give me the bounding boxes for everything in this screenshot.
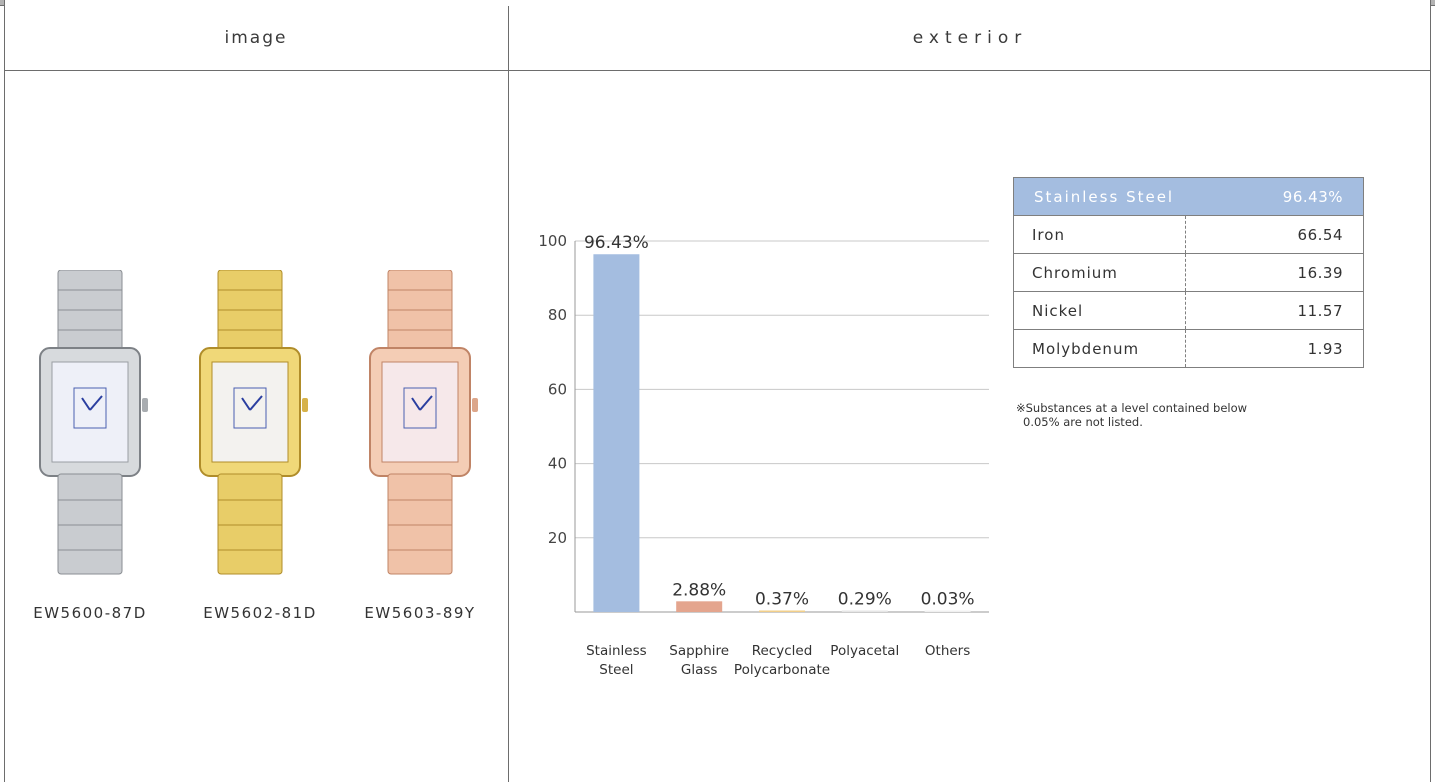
y-tick-label: 100 bbox=[538, 232, 567, 250]
bar bbox=[676, 601, 723, 612]
y-tick-label: 60 bbox=[548, 380, 567, 398]
bar-data-label: 2.88% bbox=[672, 580, 726, 600]
element-value: 16.39 bbox=[1297, 263, 1343, 282]
bar bbox=[841, 610, 888, 612]
x-category-label: Glass bbox=[681, 662, 718, 678]
material-bar-chart: 20 40 60 80 100 96.43% Stainless Steel 2.88% Sapp… bbox=[538, 232, 989, 678]
x-category-label: Stainless bbox=[586, 643, 647, 659]
bar-data-label: 0.29% bbox=[838, 590, 892, 610]
element-value: 11.57 bbox=[1297, 301, 1343, 320]
element-name: Molybdenum bbox=[1014, 330, 1186, 367]
stainless-steel-composition-table: Stainless Steel 96.43% Iron 66.54 Chromi… bbox=[1013, 177, 1364, 368]
model-code-2: EW5602-81D bbox=[203, 604, 317, 622]
watch-image-gold bbox=[199, 270, 308, 575]
element-name: Chromium bbox=[1014, 254, 1186, 291]
x-category-label: Sapphire bbox=[669, 643, 729, 659]
substances-note: ※Substances at a level contained below 0… bbox=[1016, 401, 1316, 429]
composition-header: Stainless Steel 96.43% bbox=[1014, 178, 1363, 216]
composition-row: Chromium 16.39 bbox=[1014, 254, 1363, 292]
element-name: Iron bbox=[1014, 216, 1186, 253]
y-tick-label: 20 bbox=[548, 529, 567, 547]
composition-title: Stainless Steel bbox=[1034, 187, 1175, 206]
watch-rose-gold-graphic bbox=[369, 270, 478, 575]
bar bbox=[759, 610, 805, 612]
exterior-column-header: exterior bbox=[912, 28, 1028, 48]
watch-image-rose-gold bbox=[369, 270, 478, 575]
y-tick-label: 80 bbox=[548, 306, 567, 324]
x-category-label: Polycarbonate bbox=[734, 662, 830, 678]
watch-silver-graphic bbox=[39, 270, 148, 575]
bar-data-label: 0.37% bbox=[755, 590, 809, 610]
watch-gold-graphic bbox=[199, 270, 308, 575]
composition-row: Molybdenum 1.93 bbox=[1014, 330, 1363, 367]
bar bbox=[924, 610, 971, 612]
y-tick-label: 40 bbox=[548, 455, 567, 473]
element-name: Nickel bbox=[1014, 292, 1186, 329]
watch-image-silver bbox=[39, 270, 148, 575]
element-value: 66.54 bbox=[1297, 225, 1343, 244]
bar-data-label: 0.03% bbox=[921, 590, 975, 610]
note-line-2: 0.05% are not listed. bbox=[1023, 415, 1143, 429]
composition-row: Nickel 11.57 bbox=[1014, 292, 1363, 330]
x-category-label: Recycled bbox=[752, 643, 813, 659]
image-column-header: image bbox=[224, 28, 288, 48]
composition-row: Iron 66.54 bbox=[1014, 216, 1363, 254]
bar bbox=[593, 254, 640, 613]
bar-data-label: 96.43% bbox=[584, 233, 649, 253]
x-category-label: Polyacetal bbox=[830, 643, 899, 659]
model-code-1: EW5600-87D bbox=[33, 604, 147, 622]
table-header-row: image exterior bbox=[4, 6, 1431, 71]
x-category-label: Others bbox=[925, 643, 970, 659]
note-line-1: ※Substances at a level contained below bbox=[1016, 401, 1248, 415]
model-code-3: EW5603-89Y bbox=[364, 604, 476, 622]
element-value: 1.93 bbox=[1307, 339, 1343, 358]
x-category-label: Steel bbox=[599, 662, 633, 678]
composition-title-value: 96.43% bbox=[1282, 187, 1343, 206]
